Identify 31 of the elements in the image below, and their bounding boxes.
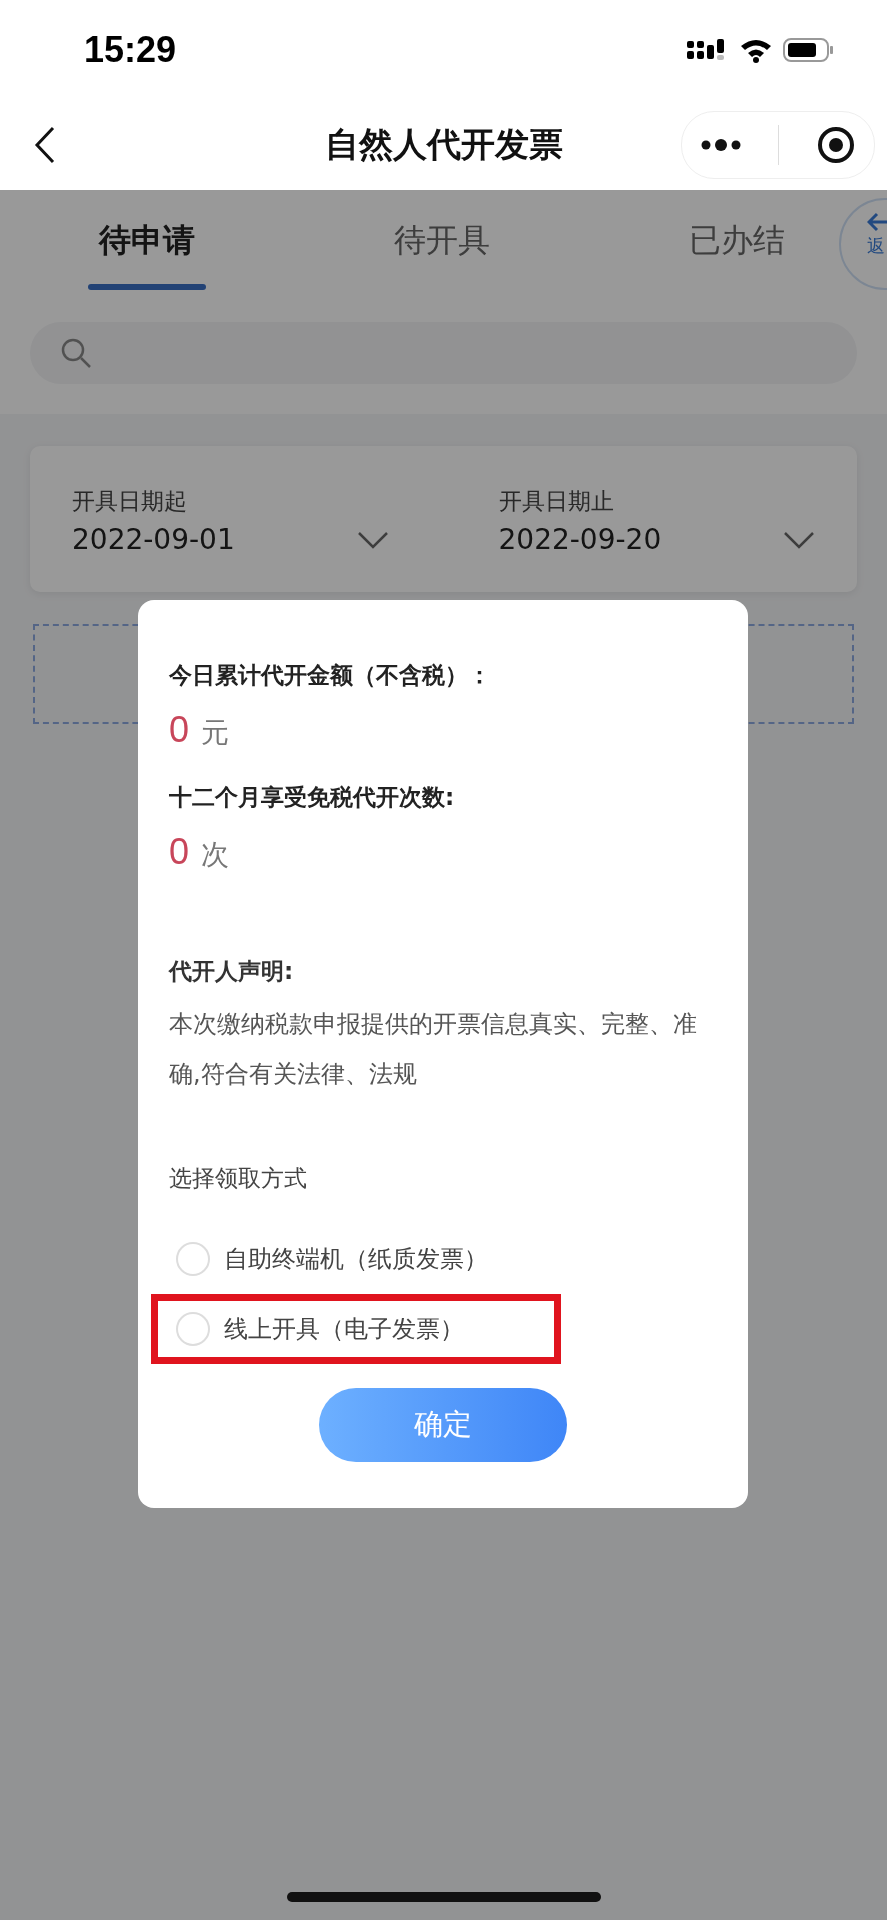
- battery-icon: [783, 37, 835, 63]
- declaration-title: 代开人声明:: [169, 957, 294, 986]
- choice-title: 选择领取方式: [169, 1164, 307, 1193]
- status-time: 15:29: [84, 29, 177, 71]
- tab[interactable]: 已办结: [637, 190, 837, 292]
- tab[interactable]: 待申请: [47, 190, 247, 292]
- date-label: 开具日期起: [72, 487, 188, 516]
- stat-label: 今日累计代开金额（不含税）：: [169, 661, 491, 690]
- option-label[interactable]: 自助终端机（纸质发票）: [224, 1243, 488, 1275]
- radio-button[interactable]: [176, 1242, 210, 1276]
- stat-unit: 元: [201, 715, 230, 751]
- search-icon: [60, 337, 92, 369]
- declaration-text: 本次缴纳税款申报提供的开票信息真实、完整、准确,符合有关法律、法规: [169, 1009, 698, 1090]
- close-icon[interactable]: [815, 125, 856, 165]
- option-label[interactable]: 线上开具（电子发票）: [224, 1313, 464, 1345]
- radio-button[interactable]: [176, 1312, 210, 1346]
- stat-value: 0: [169, 709, 190, 751]
- stat-unit: 次: [201, 837, 230, 873]
- date-value[interactable]: 2022-09-01: [72, 523, 235, 556]
- more-icon[interactable]: [700, 138, 743, 152]
- page-title: 自然人代开发票: [323, 123, 564, 166]
- tab[interactable]: 待开具: [342, 190, 542, 292]
- date-label: 开具日期止: [498, 487, 615, 516]
- chevron-down-icon[interactable]: [356, 530, 389, 549]
- back-icon[interactable]: [34, 126, 56, 164]
- arrow-left-icon: [867, 212, 887, 232]
- stat-value: 0: [169, 831, 190, 873]
- chevron-down-icon[interactable]: [783, 530, 815, 549]
- stat-label: 十二个月享受免税代开次数:: [169, 783, 455, 812]
- date-value[interactable]: 2022-09-20: [498, 523, 662, 556]
- wifi-icon: [739, 37, 773, 63]
